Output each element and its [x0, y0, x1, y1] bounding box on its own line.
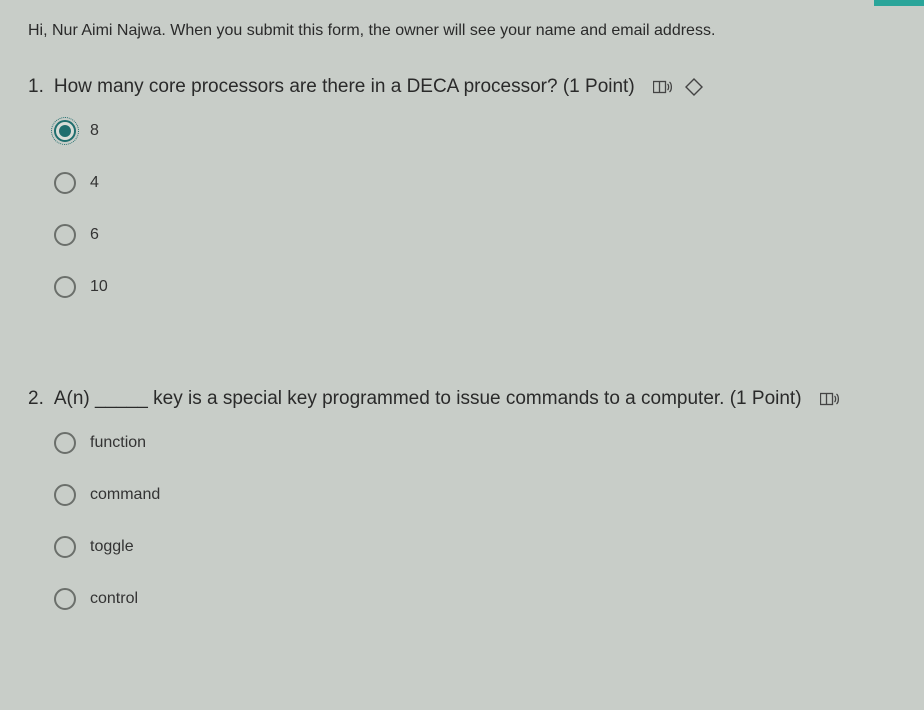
radio-icon — [54, 588, 76, 610]
question-2-option-3[interactable]: control — [54, 588, 896, 610]
question-2-text: A(n) _____ key is a special key programm… — [54, 388, 802, 410]
radio-icon — [54, 536, 76, 558]
question-1-text: How many core processors are there in a … — [54, 76, 635, 98]
tag-icon[interactable] — [685, 78, 703, 96]
question-2-header: 2. A(n) _____ key is a special key progr… — [28, 388, 896, 410]
form-page: Hi, Nur Aimi Najwa. When you submit this… — [0, 0, 924, 610]
question-2: 2. A(n) _____ key is a special key progr… — [28, 388, 896, 610]
question-2-option-0[interactable]: function — [54, 432, 896, 454]
question-2-option-1[interactable]: command — [54, 484, 896, 506]
option-label: control — [90, 590, 138, 608]
question-1-option-1[interactable]: 4 — [54, 172, 896, 194]
top-accent-bar — [874, 0, 924, 6]
immersive-reader-icon[interactable] — [653, 79, 673, 95]
radio-icon — [54, 172, 76, 194]
question-2-number: 2. — [28, 388, 44, 410]
immersive-reader-icon[interactable] — [820, 391, 840, 407]
question-1: 1. How many core processors are there in… — [28, 76, 896, 298]
option-label: 10 — [90, 278, 108, 296]
radio-icon — [54, 276, 76, 298]
question-1-option-0[interactable]: 8 — [54, 120, 896, 142]
option-label: toggle — [90, 538, 134, 556]
privacy-notice: Hi, Nur Aimi Najwa. When you submit this… — [28, 22, 896, 40]
option-label: 8 — [90, 122, 99, 140]
radio-icon — [54, 224, 76, 246]
question-1-number: 1. — [28, 76, 44, 98]
option-label: 6 — [90, 226, 99, 244]
question-1-header: 1. How many core processors are there in… — [28, 76, 896, 98]
question-1-option-3[interactable]: 10 — [54, 276, 896, 298]
radio-icon — [54, 484, 76, 506]
radio-icon — [54, 120, 76, 142]
question-2-options: function command toggle control — [28, 432, 896, 610]
question-2-option-2[interactable]: toggle — [54, 536, 896, 558]
radio-icon — [54, 432, 76, 454]
option-label: command — [90, 486, 160, 504]
option-label: function — [90, 434, 146, 452]
question-1-options: 8 4 6 10 — [28, 120, 896, 298]
question-1-option-2[interactable]: 6 — [54, 224, 896, 246]
option-label: 4 — [90, 174, 99, 192]
